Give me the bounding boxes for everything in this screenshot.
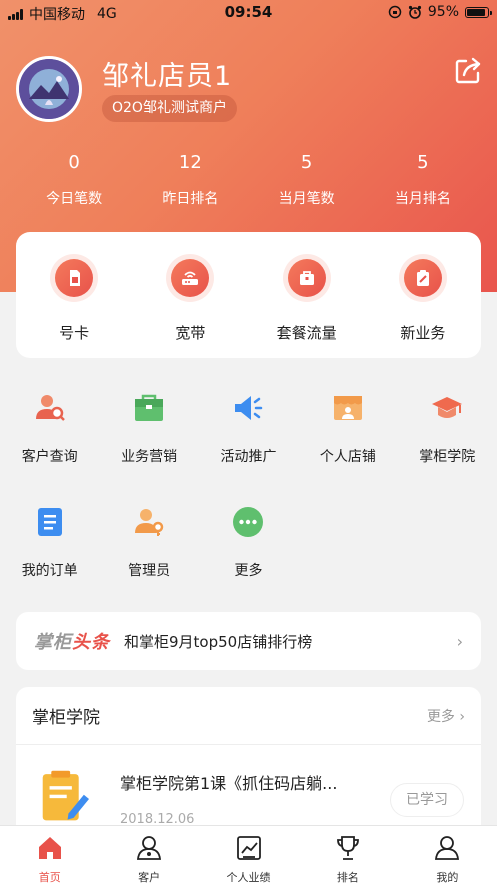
stat-label: 当月笔数 — [278, 191, 335, 207]
function-more[interactable]: 更多 — [199, 496, 298, 610]
tab-ranking[interactable]: 排名 — [298, 826, 397, 883]
share-icon[interactable] — [453, 56, 483, 86]
function-admin[interactable]: 管理员 — [99, 496, 198, 610]
tab-home[interactable]: 首页 — [0, 826, 99, 883]
order-icon — [32, 504, 68, 540]
quick-services-card: 号卡 宽带 套餐流量 新业务 — [16, 232, 481, 358]
function-customer-search[interactable]: 客户查询 — [0, 382, 99, 496]
clipboard-icon — [403, 259, 442, 297]
studied-button[interactable]: 已学习 — [390, 783, 464, 817]
headline-tag: 掌柜头条 — [34, 628, 110, 654]
headline-text: 和掌柜9月top50店铺排行榜 — [124, 632, 313, 651]
router-icon — [171, 259, 210, 297]
service-sim-card[interactable]: 号卡 — [16, 254, 132, 358]
sim-card-icon — [55, 259, 94, 297]
stat-value: 5 — [417, 152, 429, 173]
function-label: 管理员 — [128, 563, 171, 579]
tab-label: 客户 — [138, 871, 161, 883]
tab-bar: 首页 客户 个人业绩 排名 我的 — [0, 825, 497, 883]
trophy-icon — [337, 836, 359, 860]
stat-yesterday-rank[interactable]: 12 昨日排名 — [132, 152, 248, 208]
tab-label: 首页 — [38, 871, 61, 883]
stats-row: 0 今日笔数 12 昨日排名 5 当月笔数 5 当月排名 — [16, 152, 481, 208]
tab-label: 我的 — [436, 871, 459, 883]
function-academy[interactable]: 掌柜学院 — [398, 382, 497, 496]
headline-tag-red: 头条 — [72, 632, 110, 653]
function-label: 个人店铺 — [319, 449, 376, 465]
service-label: 新业务 — [400, 324, 446, 342]
avatar-image — [19, 59, 79, 119]
megaphone-icon — [230, 390, 266, 426]
stat-month-rank[interactable]: 5 当月排名 — [365, 152, 481, 208]
course-title[interactable]: 掌柜学院第1课《抓住码店躺... — [120, 770, 337, 794]
home-icon — [38, 837, 61, 859]
tab-label: 个人业绩 — [226, 871, 271, 883]
battery-icon — [465, 6, 492, 18]
user-name: 邹礼店员1 — [102, 61, 233, 92]
function-business-marketing[interactable]: 业务营销 — [99, 382, 198, 496]
function-label: 活动推广 — [220, 449, 277, 465]
briefcase-icon — [131, 390, 167, 426]
function-personal-store[interactable]: 个人店铺 — [298, 382, 397, 496]
package-icon — [287, 259, 326, 297]
stat-today-count[interactable]: 0 今日笔数 — [16, 152, 132, 208]
service-new-business[interactable]: 新业务 — [365, 254, 481, 358]
function-grid: 客户查询 业务营销 活动推广 个人店铺 掌柜学院 我的订单 管理员 更多 — [0, 382, 497, 610]
battery-percent: 95% — [427, 4, 459, 20]
more-link[interactable]: 更多 › — [427, 706, 465, 726]
stat-label: 当月排名 — [394, 191, 451, 207]
customer-search-icon — [32, 390, 68, 426]
alarm-icon — [408, 5, 421, 19]
service-broadband[interactable]: 宽带 — [132, 254, 248, 358]
chart-icon — [236, 836, 261, 860]
store-icon — [330, 390, 366, 426]
chevron-right-icon: › — [456, 631, 463, 651]
section-title: 掌柜学院 — [32, 708, 100, 728]
headline-tag-gray: 掌柜 — [34, 632, 72, 653]
tab-customers[interactable]: 客户 — [99, 826, 198, 883]
avatar[interactable] — [16, 56, 82, 122]
function-my-orders[interactable]: 我的订单 — [0, 496, 99, 610]
merchant-badge: O2O邹礼测试商户 — [102, 95, 237, 122]
user-icon — [435, 836, 460, 860]
function-label: 我的订单 — [21, 563, 78, 579]
rotation-lock-icon — [388, 5, 402, 19]
stat-label: 今日笔数 — [46, 191, 103, 207]
function-label: 客户查询 — [21, 449, 78, 465]
tab-mine[interactable]: 我的 — [398, 826, 497, 883]
service-label: 套餐流量 — [276, 324, 337, 342]
more-icon — [230, 504, 266, 540]
function-label: 更多 — [234, 563, 263, 579]
function-label: 业务营销 — [121, 449, 178, 465]
function-label: 掌柜学院 — [419, 449, 476, 465]
function-activity-promotion[interactable]: 活动推广 — [199, 382, 298, 496]
headline-banner[interactable]: 掌柜头条 和掌柜9月top50店铺排行榜 › — [16, 612, 481, 670]
stat-label: 昨日排名 — [162, 191, 219, 207]
service-label: 号卡 — [59, 324, 90, 342]
service-package-data[interactable]: 套餐流量 — [249, 254, 365, 358]
stat-value: 5 — [300, 152, 313, 173]
course-thumbnail[interactable] — [36, 769, 94, 829]
customer-icon — [137, 836, 162, 860]
tab-performance[interactable]: 个人业绩 — [199, 826, 298, 883]
stat-month-count[interactable]: 5 当月笔数 — [249, 152, 365, 208]
stat-value: 12 — [178, 152, 202, 173]
graduation-cap-icon — [429, 390, 465, 426]
admin-icon — [131, 504, 167, 540]
status-bar: 中国移动 4G 09:54 95% — [0, 0, 497, 26]
stat-value: 0 — [68, 152, 80, 173]
service-label: 宽带 — [175, 324, 206, 342]
tab-label: 排名 — [336, 871, 359, 883]
